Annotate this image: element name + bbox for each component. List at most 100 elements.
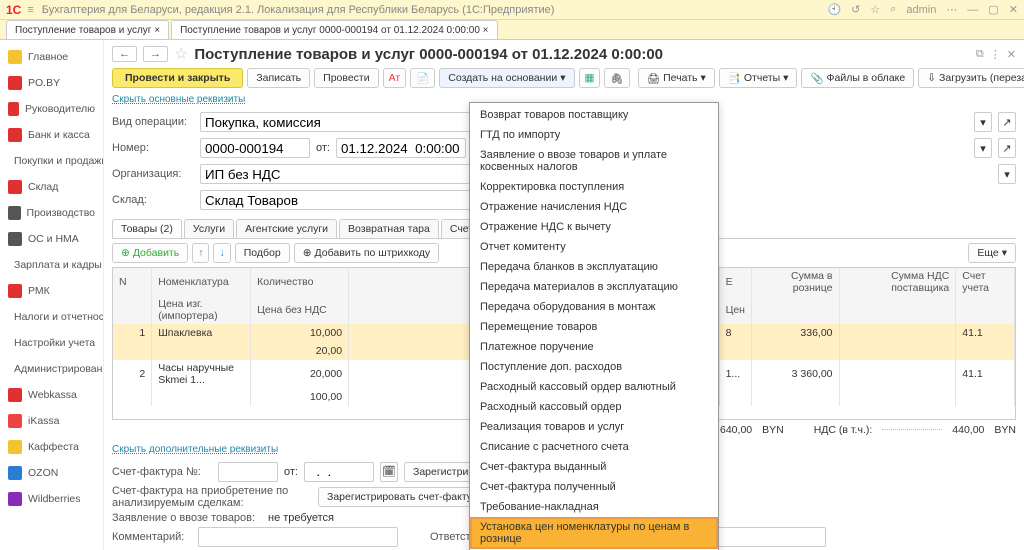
col-nom[interactable]: Номенклатура: [152, 268, 251, 296]
col-e[interactable]: Е: [719, 268, 751, 296]
col-acc[interactable]: Счет учета: [956, 268, 1015, 296]
tab-receipt-doc[interactable]: Поступление товаров и услуг 0000-000194 …: [171, 20, 497, 39]
sidebar-item-14[interactable]: iKassa: [0, 408, 103, 434]
menu-item[interactable]: Расходный кассовый ордер: [470, 397, 718, 417]
pick-button[interactable]: Подбор: [235, 243, 290, 263]
aux3-dropdown-icon[interactable]: ▾: [998, 164, 1016, 184]
col-n[interactable]: N: [113, 268, 152, 296]
row-down-icon[interactable]: ↓: [213, 243, 230, 263]
create-based-button[interactable]: Создать на основании ▾: [439, 68, 574, 88]
sidebar-item-15[interactable]: Каффеста: [0, 434, 103, 460]
doc-icon[interactable]: 📄: [410, 68, 435, 88]
menu-item[interactable]: Передача оборудования в монтаж: [470, 297, 718, 317]
sidebar-item-17[interactable]: Wildberries: [0, 486, 103, 512]
aux1-open-icon[interactable]: ↗: [998, 112, 1016, 132]
dtkt-icon[interactable]: Ат: [383, 68, 407, 88]
menu-item[interactable]: Передача материалов в эксплуатацию: [470, 277, 718, 297]
sidebar-item-6[interactable]: Производство: [0, 200, 103, 226]
fwd-button[interactable]: →: [143, 46, 168, 62]
sidebar-item-11[interactable]: Настройки учета: [0, 330, 103, 356]
star-icon[interactable]: ☆: [174, 44, 188, 64]
burger-icon[interactable]: ≡: [27, 4, 33, 16]
inner-tab-3[interactable]: Возвратная тара: [339, 219, 439, 238]
aux2-dropdown-icon[interactable]: ▾: [974, 138, 992, 158]
close-icon[interactable]: ✕: [1009, 3, 1018, 16]
comment-input[interactable]: [198, 527, 398, 547]
menu-item[interactable]: Возврат товаров поставщику: [470, 105, 718, 125]
date-input[interactable]: [336, 138, 466, 158]
menu-item[interactable]: Передача бланков в эксплуатацию: [470, 257, 718, 277]
sidebar-item-3[interactable]: Банк и касса: [0, 122, 103, 148]
notif-icon[interactable]: 🕙: [827, 3, 841, 16]
sidebar-item-13[interactable]: Webkassa: [0, 382, 103, 408]
menu-item[interactable]: Списание с расчетного счета: [470, 437, 718, 457]
sidebar-item-4[interactable]: Покупки и продажи: [0, 148, 103, 174]
menu-item[interactable]: Установка цен номенклатуры по ценам в ро…: [470, 517, 718, 549]
more-rows-button[interactable]: Еще ▾: [968, 243, 1016, 263]
cloud-files-button[interactable]: 📎 Файлы в облаке: [801, 68, 914, 88]
sf-date-input[interactable]: [304, 462, 374, 482]
sidebar-item-16[interactable]: OZON: [0, 460, 103, 486]
menu-item[interactable]: Счет-фактура выданный: [470, 457, 718, 477]
menu-item[interactable]: Отражение НДС к вычету: [470, 217, 718, 237]
write-button[interactable]: Записать: [247, 68, 310, 88]
add-row-button[interactable]: ⊕ Добавить: [112, 243, 188, 263]
sidebar-item-1[interactable]: PO.BY: [0, 70, 103, 96]
excel-icon[interactable]: ▦: [579, 68, 601, 88]
col-cen[interactable]: Цен: [719, 296, 751, 324]
menu-dots-icon[interactable]: ⋮: [990, 48, 1001, 61]
sidebar-item-5[interactable]: Склад: [0, 174, 103, 200]
menu-item[interactable]: ГТД по импорту: [470, 125, 718, 145]
menu-item[interactable]: Требование-накладная: [470, 497, 718, 517]
sidebar-item-12[interactable]: Администрирование: [0, 356, 103, 382]
sidebar-item-2[interactable]: Руководителю: [0, 96, 103, 122]
col-retail[interactable]: Сумма в рознице: [751, 268, 839, 296]
sidebar-item-8[interactable]: Зарплата и кадры: [0, 252, 103, 278]
col-nds-sup[interactable]: Сумма НДС поставщика: [839, 268, 956, 296]
aux1-dropdown-icon[interactable]: ▾: [974, 112, 992, 132]
menu-item[interactable]: Заявление о ввозе товаров и уплате косве…: [470, 145, 718, 177]
number-input[interactable]: [200, 138, 310, 158]
post-close-button[interactable]: Провести и закрыть: [112, 68, 243, 88]
menu-item[interactable]: Отражение начисления НДС: [470, 197, 718, 217]
col-price-imp[interactable]: Цена изг. (импортера): [152, 296, 251, 324]
reg-sf2-button[interactable]: Зарегистрировать счет-фактуру: [318, 487, 492, 507]
page-close-icon[interactable]: ✕: [1007, 48, 1016, 61]
menu-item[interactable]: Счет-фактура полученный: [470, 477, 718, 497]
col-qty[interactable]: Количество: [251, 268, 349, 296]
menu-item[interactable]: Поступление доп. расходов: [470, 357, 718, 377]
inner-tab-2[interactable]: Агентские услуги: [236, 219, 337, 238]
menu-item[interactable]: Расходный кассовый ордер валютный: [470, 377, 718, 397]
search-icon[interactable]: ⌕: [890, 3, 896, 16]
sidebar-item-10[interactable]: Налоги и отчетность: [0, 304, 103, 330]
aux2-open-icon[interactable]: ↗: [998, 138, 1016, 158]
extlink-icon[interactable]: ⧉: [976, 48, 984, 61]
user-label[interactable]: admin: [906, 4, 936, 16]
min-icon[interactable]: —: [967, 4, 978, 16]
menu-item[interactable]: Отчет комитенту: [470, 237, 718, 257]
back-button[interactable]: ←: [112, 46, 137, 62]
sf-number-input[interactable]: [218, 462, 278, 482]
reports-button[interactable]: 📑 Отчеты ▾: [719, 68, 798, 88]
load-button[interactable]: ⇩ Загрузить (перезаполнить) из файла: [918, 68, 1024, 88]
link-icon[interactable]: 🖇: [604, 68, 629, 88]
fav-icon[interactable]: ☆: [870, 3, 880, 16]
inner-tab-0[interactable]: Товары (2): [112, 219, 182, 238]
inner-tab-1[interactable]: Услуги: [184, 219, 234, 238]
sidebar-item-9[interactable]: РМК: [0, 278, 103, 304]
sidebar-item-0[interactable]: Главное: [0, 44, 103, 70]
max-icon[interactable]: ▢: [988, 3, 998, 16]
hide-extra-link[interactable]: Скрыть дополнительные реквизиты: [112, 444, 278, 455]
barcode-button[interactable]: ⊕ Добавить по штрихкоду: [294, 243, 439, 263]
menu-item[interactable]: Корректировка поступления: [470, 177, 718, 197]
tab-receipt-list[interactable]: Поступление товаров и услуг ×: [6, 20, 169, 39]
row-up-icon[interactable]: ↑: [192, 243, 209, 263]
col-price-novat[interactable]: Цена без НДС: [251, 296, 349, 324]
sf-cal-icon[interactable]: 🗓: [380, 462, 398, 482]
sidebar-item-7[interactable]: ОС и НМА: [0, 226, 103, 252]
menu-item[interactable]: Перемещение товаров: [470, 317, 718, 337]
history-icon[interactable]: ↺: [851, 3, 860, 16]
post-button[interactable]: Провести: [314, 68, 378, 88]
menu-item[interactable]: Платежное поручение: [470, 337, 718, 357]
menu-item[interactable]: Реализация товаров и услуг: [470, 417, 718, 437]
